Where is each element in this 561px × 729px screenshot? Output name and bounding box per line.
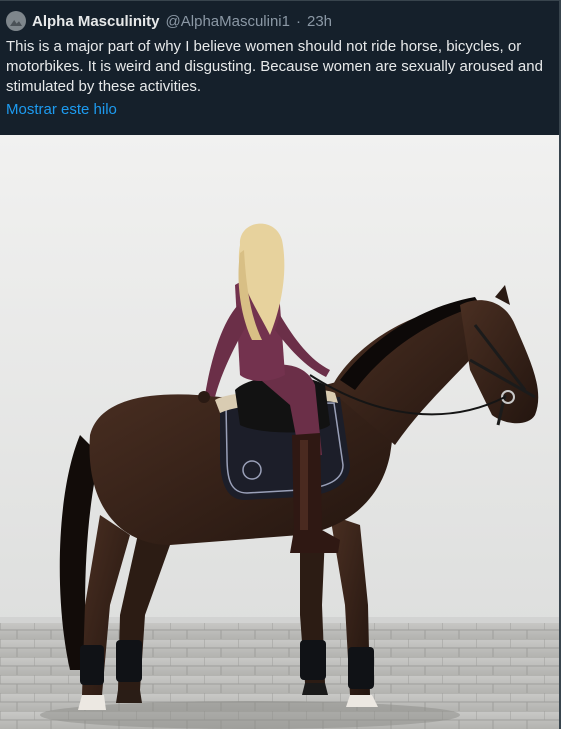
tweet-text: This is a major part of why I believe wo… [6, 38, 543, 95]
tweet-media-image[interactable] [0, 135, 559, 729]
separator-dot: · [295, 12, 301, 30]
display-name[interactable]: Alpha Masculinity [32, 13, 160, 30]
photo-of-woman-on-horse [0, 135, 559, 729]
avatar[interactable] [6, 11, 26, 31]
tweet-header: Alpha Masculinity @AlphaMasculini1 · 23h [6, 10, 332, 32]
show-thread-link[interactable]: Mostrar este hilo [6, 100, 117, 120]
timestamp[interactable]: 23h [307, 13, 332, 30]
user-handle[interactable]: @AlphaMasculini1 [166, 13, 290, 30]
tweet-card[interactable]: Alpha Masculinity @AlphaMasculini1 · 23h… [0, 0, 561, 729]
